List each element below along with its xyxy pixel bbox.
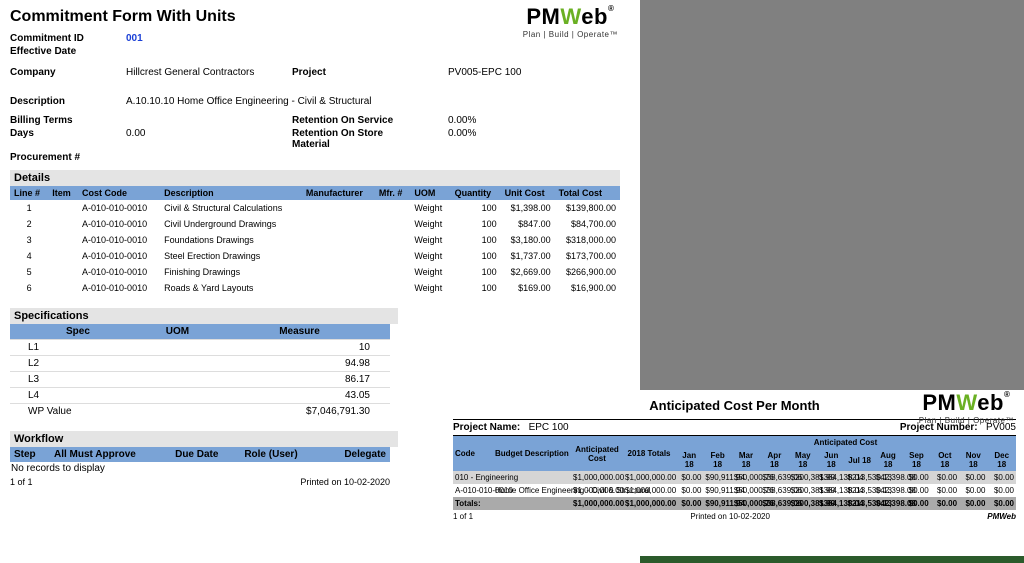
table-row: A-010-010-0010Home Office Engineering - … [453,484,1016,497]
specs-header: Specifications [10,308,398,324]
table-row: 1A-010-010-0010Civil & Structural Calcul… [10,200,620,216]
table-row: 3A-010-010-0010Foundations DrawingsWeigh… [10,232,620,248]
anticipated-cost-table: Code Budget Description Anticipated Cost… [453,436,1016,510]
details-table: Line #ItemCost CodeDescriptionManufactur… [10,186,620,296]
details-header: Details [10,170,620,186]
workflow-empty: No records to display [10,462,390,475]
brand-logo: PMWeb® Plan | Build | Operate™ [523,4,618,39]
table-row: 4A-010-010-0010Steel Erection DrawingsWe… [10,248,620,264]
table-row: L110 [10,340,390,356]
table-row: L443.05 [10,388,390,404]
anticipated-cost-report: PMWeb® Plan | Build | Operate™ Anticipat… [445,390,1024,525]
left-footer: 1 of 1Printed on 10-02-2020 [10,475,390,489]
header-fields: Commitment ID001 Effective Date CompanyH… [10,32,527,164]
workflow-header: Workflow [10,431,398,447]
right-footer: 1 of 1 Printed on 10-02-2020 PMWeb [453,512,1016,521]
table-row: WP Value$7,046,791.30 [10,404,390,420]
commitment-id-link[interactable]: 001 [126,33,143,44]
table-row: L386.17 [10,372,390,388]
workflow-table: StepAll Must ApproveDue DateRole (User)D… [10,447,390,475]
table-row: Totals:$1,000,000.00$1,000,000.00$0.00$9… [453,497,1016,510]
gray-panel [640,0,1024,390]
table-row: 5A-010-010-0010Finishing DrawingsWeight1… [10,264,620,280]
table-row: 010 - Engineering$1,000,000.00$1,000,000… [453,471,1016,484]
brand-logo-right: PMWeb® Plan | Build | Operate™ [919,390,1014,425]
table-row: L294.98 [10,356,390,372]
green-footer-bar [640,556,1024,563]
table-row: 6A-010-010-0010Roads & Yard LayoutsWeigh… [10,280,620,296]
specs-table: SpecUOMMeasure L110L294.98L386.17L443.05… [10,324,390,419]
table-row: 2A-010-010-0010Civil Underground Drawing… [10,216,620,232]
